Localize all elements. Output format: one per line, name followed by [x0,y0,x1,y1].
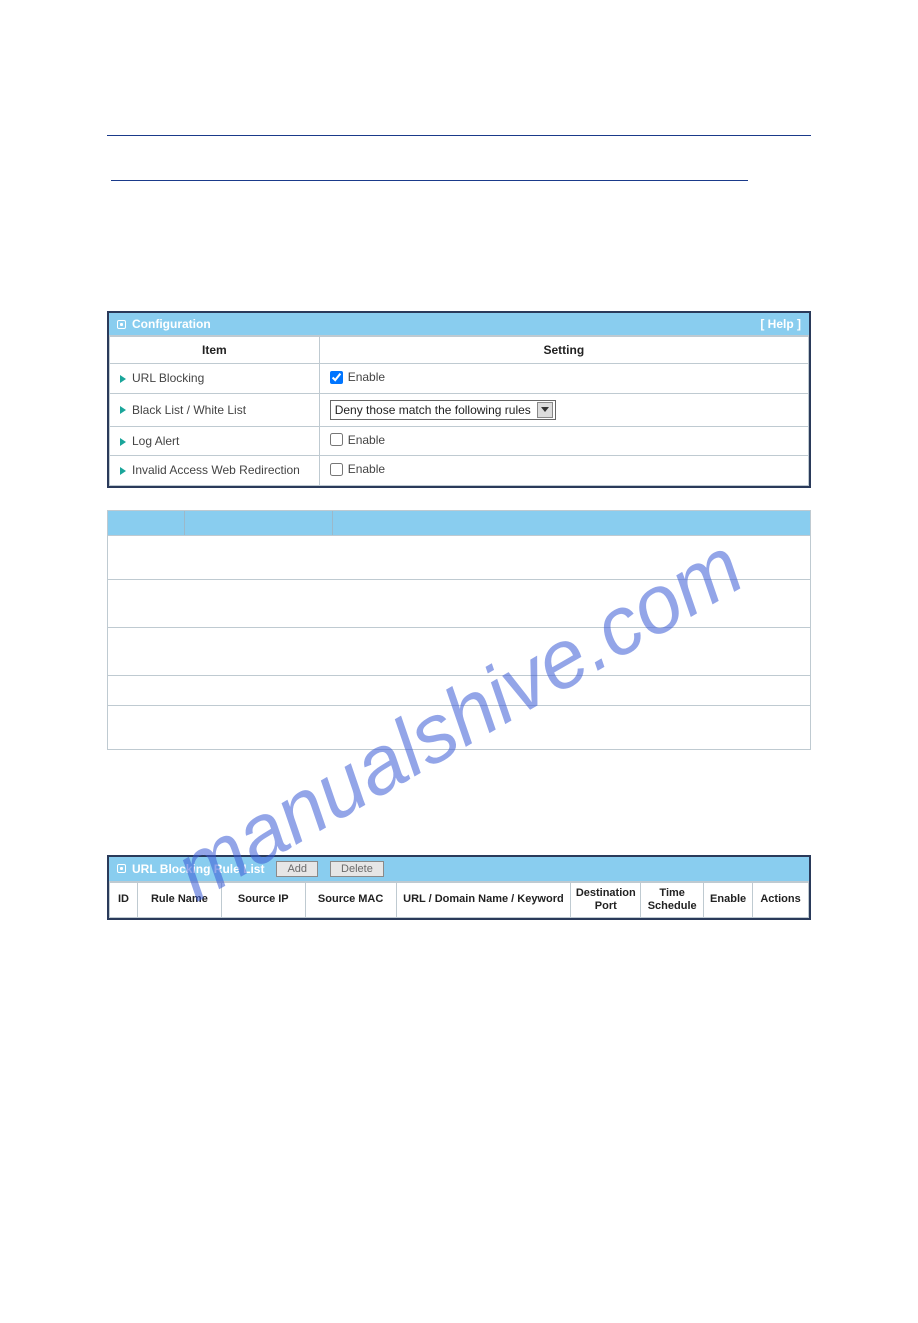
triangle-icon [120,438,126,446]
info-table-row [108,627,810,675]
col-source-ip: Source IP [221,882,305,917]
configuration-panel: Configuration [ Help ] Item Setting URL … [107,311,811,488]
col-actions: Actions [753,882,809,917]
enable-label: Enable [348,370,385,384]
chevron-down-icon [537,402,553,418]
triangle-icon [120,406,126,414]
item-label: Black List / White List [132,403,246,417]
help-link[interactable]: [ Help ] [760,317,801,331]
configuration-header: Configuration [ Help ] [109,313,809,336]
divider-top-2 [111,180,748,181]
col-source-mac: Source MAC [305,882,396,917]
divider-top-1 [107,135,811,136]
info-table [107,510,811,750]
log-alert-enable[interactable]: Enable [330,433,385,447]
rule-list-panel: URL Blocking Rule List Add Delete ID Rul… [107,855,811,920]
enable-label: Enable [348,433,385,447]
item-label: Log Alert [132,434,179,448]
column-setting: Setting [319,337,808,364]
enable-label: Enable [348,462,385,476]
row-log-alert: Log Alert Enable [110,426,809,456]
rule-list-table: ID Rule Name Source IP Source MAC URL / … [109,882,809,918]
col-time-schedule: Time Schedule [641,882,704,917]
info-table-row [108,675,810,705]
configuration-table: Item Setting URL Blocking Enable Black L… [109,336,809,486]
configuration-title: Configuration [132,317,211,331]
url-blocking-enable[interactable]: Enable [330,370,385,384]
row-url-blocking: URL Blocking Enable [110,364,809,394]
triangle-icon [120,467,126,475]
column-item: Item [110,337,320,364]
black-white-list-select[interactable]: Deny those match the following rules [330,400,556,420]
col-rule-name: Rule Name [137,882,221,917]
info-table-row [108,705,810,749]
log-alert-checkbox[interactable] [330,433,343,446]
rule-list-title: URL Blocking Rule List [132,862,264,876]
triangle-icon [120,375,126,383]
panel-bullet-icon [117,320,126,329]
col-url-domain-keyword: URL / Domain Name / Keyword [396,882,571,917]
info-table-row [108,535,810,579]
col-enable: Enable [704,882,753,917]
url-blocking-checkbox[interactable] [330,371,343,384]
info-table-header [108,511,810,535]
item-label: Invalid Access Web Redirection [132,463,300,477]
row-invalid-redirect: Invalid Access Web Redirection Enable [110,456,809,486]
col-dest-port: Destination Port [571,882,641,917]
rule-list-header: URL Blocking Rule List Add Delete [109,857,809,882]
row-black-white-list: Black List / White List Deny those match… [110,393,809,426]
delete-button[interactable]: Delete [330,861,384,877]
add-button[interactable]: Add [276,861,318,877]
panel-bullet-icon [117,864,126,873]
col-id: ID [110,882,138,917]
invalid-redirect-enable[interactable]: Enable [330,462,385,476]
select-value: Deny those match the following rules [335,403,531,417]
invalid-redirect-checkbox[interactable] [330,463,343,476]
info-table-row [108,579,810,627]
item-label: URL Blocking [132,371,204,385]
